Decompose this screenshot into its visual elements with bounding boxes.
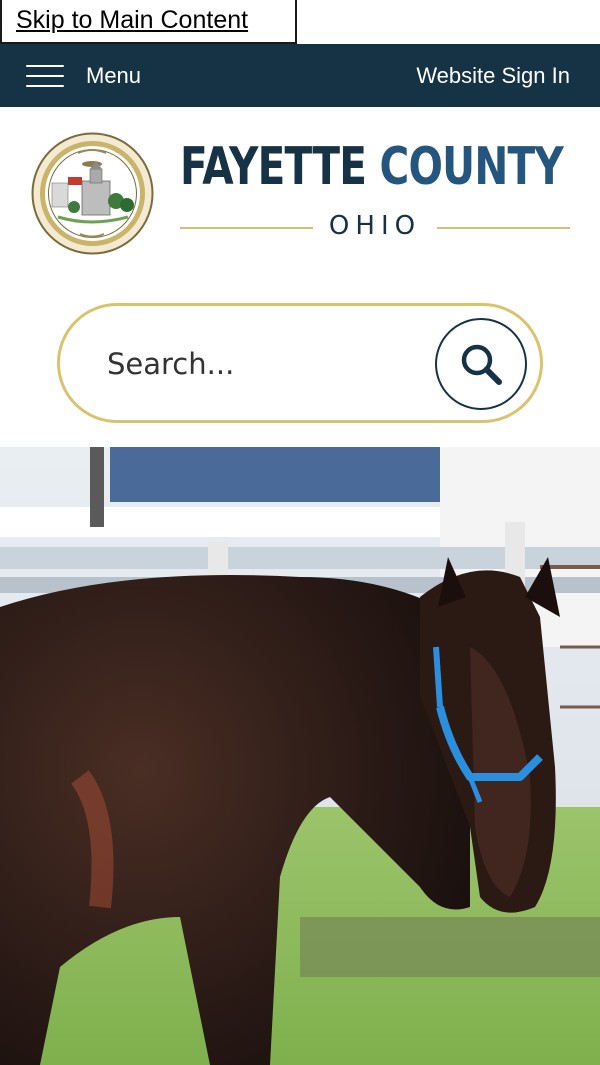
search-button[interactable] <box>435 318 527 410</box>
hero-image <box>0 447 600 1065</box>
state-name: OHIO <box>328 211 422 241</box>
title-word-county: COUNTY <box>379 137 563 197</box>
website-sign-in-link[interactable]: Website Sign In <box>416 44 570 107</box>
county-seal-logo[interactable] <box>30 131 155 256</box>
site-header: FAYETTE COUNTY OHIO <box>0 107 600 447</box>
hamburger-icon <box>26 63 64 89</box>
search-input[interactable] <box>105 336 425 392</box>
state-subtitle: OHIO <box>180 207 570 247</box>
skip-to-main-content-link[interactable]: Skip to Main Content <box>0 0 297 44</box>
search-icon <box>461 344 502 385</box>
county-name-title[interactable]: FAYETTE COUNTY <box>180 137 564 197</box>
skip-bar: Skip to Main Content <box>0 0 600 44</box>
horse-photo <box>0 447 600 1065</box>
menu-label: Menu <box>86 62 142 88</box>
search-bar <box>57 303 543 423</box>
title-word-fayette: FAYETTE <box>180 137 367 197</box>
subtitle-divider-right <box>437 227 570 229</box>
top-navigation-bar: Menu Website Sign In <box>0 44 600 107</box>
menu-button[interactable]: Menu <box>26 44 141 107</box>
